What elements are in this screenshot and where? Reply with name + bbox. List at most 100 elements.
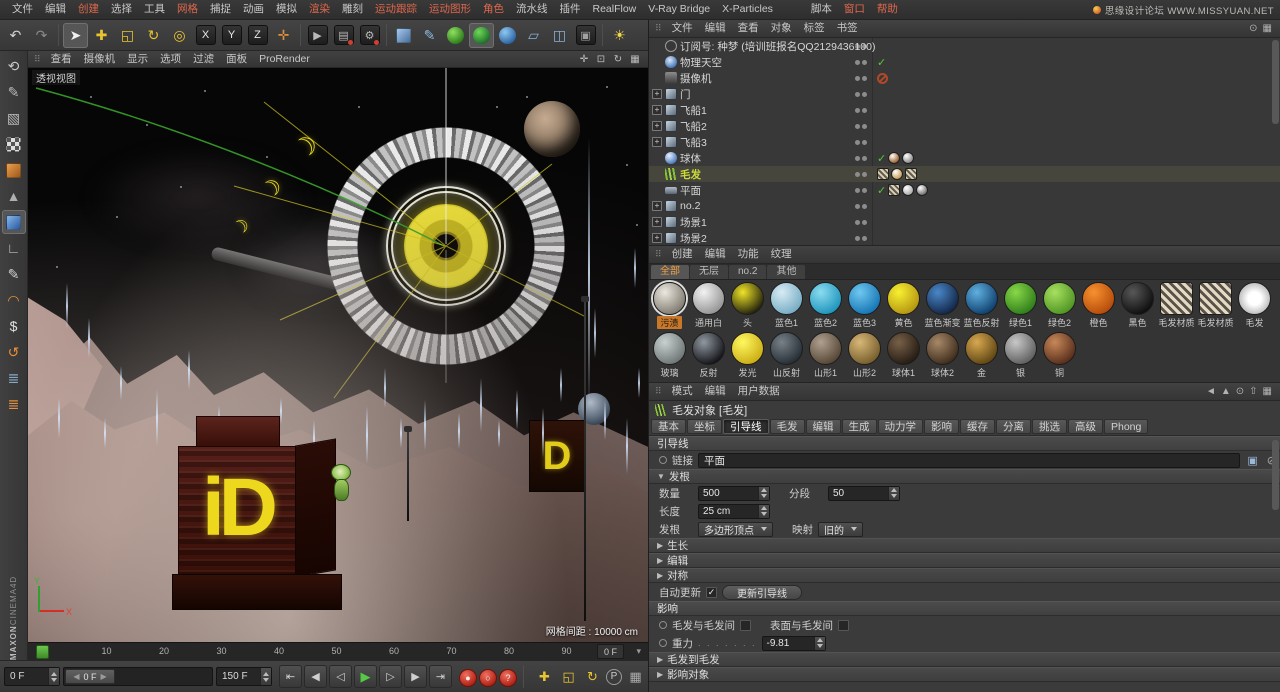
am-tab-毛发[interactable]: 毛发 bbox=[770, 419, 805, 434]
add-sphere-icon[interactable] bbox=[495, 23, 520, 48]
move-icon[interactable]: ✚ bbox=[89, 23, 114, 48]
current-frame-field[interactable]: 0 F bbox=[4, 667, 60, 686]
undo-icon[interactable]: ↶ bbox=[3, 23, 28, 48]
vpmenu-显示[interactable]: 显示 bbox=[121, 51, 154, 67]
enabled-check-icon[interactable]: ✓ bbox=[877, 56, 886, 69]
object-row[interactable]: +飞船2 bbox=[649, 118, 1280, 134]
add-cube-icon[interactable] bbox=[391, 23, 416, 48]
material-item[interactable]: 毛发材质 bbox=[1196, 282, 1235, 332]
om-header-icon-0[interactable]: ⊙ bbox=[1249, 23, 1257, 34]
object-row[interactable]: 订阅号: 种梦 (培训班报名QQ2129436100) bbox=[649, 38, 1280, 54]
material-item[interactable]: 反射 bbox=[689, 332, 728, 382]
hair-hair-checkbox[interactable] bbox=[740, 620, 751, 631]
floor-icon[interactable]: ▱ bbox=[521, 23, 546, 48]
slider-left-arrow-icon[interactable]: ◀ bbox=[73, 672, 79, 681]
axis-x-lock-icon[interactable]: X bbox=[193, 23, 218, 48]
visibility-dots[interactable] bbox=[855, 124, 867, 129]
visibility-dots[interactable] bbox=[855, 156, 867, 161]
vpmenu-ProRender[interactable]: ProRender bbox=[253, 51, 316, 67]
axis-y-lock-icon[interactable]: Y bbox=[219, 23, 244, 48]
key-pla-icon[interactable]: ▦ bbox=[625, 666, 646, 687]
segments-field[interactable]: 50 bbox=[828, 486, 900, 501]
viewport-nav-icon-0[interactable]: ✛ bbox=[577, 54, 591, 65]
group-forces-objects[interactable]: ▶影响对象 bbox=[649, 667, 1280, 682]
group-grow[interactable]: ▶生长 bbox=[649, 538, 1280, 553]
menu-流水线[interactable]: 流水线 bbox=[510, 0, 554, 19]
visibility-dots[interactable] bbox=[855, 92, 867, 97]
object-row[interactable]: 球体✓ bbox=[649, 150, 1280, 166]
menu-帮助[interactable]: 帮助 bbox=[871, 0, 904, 19]
pen-icon[interactable]: ✎ bbox=[417, 23, 442, 48]
material-item[interactable]: 蓝色反射 bbox=[962, 282, 1001, 332]
timeline-slider-handle[interactable]: ◀0 F▶ bbox=[65, 669, 115, 684]
prev-frame-button[interactable]: ◁ bbox=[329, 665, 352, 688]
timeline-playhead[interactable] bbox=[36, 645, 49, 659]
am-tab-编辑[interactable]: 编辑 bbox=[806, 419, 841, 434]
ammenu-用户数据[interactable]: 用户数据 bbox=[732, 383, 786, 400]
menu-网格[interactable]: 网格 bbox=[171, 0, 204, 19]
axis-mode-icon[interactable]: ∟ bbox=[2, 236, 26, 260]
group-symmetry[interactable]: ▶对称 bbox=[649, 568, 1280, 583]
points-mode-icon[interactable]: ▲ bbox=[2, 184, 26, 208]
am-scrollbar[interactable] bbox=[1272, 440, 1279, 510]
object-row[interactable]: +场景1 bbox=[649, 214, 1280, 230]
material-tag[interactable] bbox=[902, 184, 914, 196]
group-hair-to-hair[interactable]: ▶毛发到毛发 bbox=[649, 652, 1280, 667]
count-field[interactable]: 500 bbox=[698, 486, 770, 501]
axis-z-lock-icon[interactable]: Z bbox=[245, 23, 270, 48]
rotate-icon[interactable]: ↻ bbox=[141, 23, 166, 48]
timeline-ruler[interactable]: 0 F ▾ 0102030405060708090 bbox=[28, 642, 648, 660]
material-item[interactable]: 毛发 bbox=[1235, 282, 1274, 332]
material-item[interactable]: 绿色2 bbox=[1040, 282, 1079, 332]
material-item[interactable]: 蓝色渐变 bbox=[923, 282, 962, 332]
object-row[interactable]: 毛发 bbox=[649, 166, 1280, 182]
light-icon[interactable]: ☀ bbox=[607, 23, 632, 48]
ommenu-编辑[interactable]: 编辑 bbox=[699, 20, 732, 37]
menu-雕刻[interactable]: 雕刻 bbox=[336, 0, 369, 19]
material-item[interactable]: 银 bbox=[1001, 332, 1040, 382]
hair-material-tag[interactable] bbox=[888, 184, 900, 196]
redo-icon[interactable]: ↷ bbox=[29, 23, 54, 48]
object-row[interactable]: 平面✓ bbox=[649, 182, 1280, 198]
menu-动画[interactable]: 动画 bbox=[237, 0, 270, 19]
object-row[interactable]: +门 bbox=[649, 86, 1280, 102]
vpmenu-面板[interactable]: 面板 bbox=[220, 51, 253, 67]
menu-V-Ray Bridge[interactable]: V-Ray Bridge bbox=[642, 0, 716, 19]
menu-X-Particles[interactable]: X-Particles bbox=[716, 0, 779, 19]
visibility-dots[interactable] bbox=[855, 188, 867, 193]
material-item[interactable]: 山反射 bbox=[767, 332, 806, 382]
material-item[interactable]: 头 bbox=[728, 282, 767, 332]
length-spinner-icon[interactable] bbox=[758, 505, 769, 518]
am-tab-Phong[interactable]: Phong bbox=[1104, 419, 1148, 434]
record-keyframe-button[interactable]: ● bbox=[459, 669, 477, 687]
end-frame-field[interactable]: 150 F bbox=[216, 667, 272, 686]
model-mode-icon[interactable]: ✎ bbox=[2, 80, 26, 104]
material-item[interactable]: 蓝色3 bbox=[845, 282, 884, 332]
mm-tab-其他[interactable]: 其他 bbox=[767, 265, 805, 279]
material-item[interactable]: 蓝色1 bbox=[767, 282, 806, 332]
am-header-icon-3[interactable]: ⇧ bbox=[1249, 386, 1257, 397]
menu-模拟[interactable]: 模拟 bbox=[270, 0, 303, 19]
expand-toggle-icon[interactable]: + bbox=[652, 105, 662, 115]
viewport-nav-icon-3[interactable]: ▦ bbox=[628, 54, 642, 65]
snap-toggle-icon[interactable]: $ bbox=[2, 314, 26, 338]
material-tag[interactable] bbox=[902, 152, 914, 164]
object-mode-icon[interactable]: ▧ bbox=[2, 106, 26, 130]
goto-start-button[interactable]: ⇤ bbox=[279, 665, 302, 688]
object-row[interactable]: +飞船1 bbox=[649, 102, 1280, 118]
record-autokey-button[interactable]: ○ bbox=[479, 669, 497, 687]
gravity-field[interactable]: -9.81 bbox=[762, 636, 826, 651]
expand-toggle-icon[interactable]: + bbox=[652, 217, 662, 227]
root-type-dropdown[interactable]: 多边形顶点 bbox=[698, 522, 773, 537]
key-rotation-icon[interactable]: ↻ bbox=[582, 666, 603, 687]
ammenu-模式[interactable]: 模式 bbox=[666, 383, 699, 400]
material-item[interactable]: 金 bbox=[962, 332, 1001, 382]
timeline-range-slider[interactable]: ◀0 F▶ bbox=[63, 667, 213, 686]
mograph-icon[interactable] bbox=[469, 23, 494, 48]
menu-RealFlow[interactable]: RealFlow bbox=[587, 0, 643, 19]
am-header-icon-4[interactable]: ▦ bbox=[1263, 386, 1272, 397]
visibility-dots[interactable] bbox=[855, 60, 867, 65]
expand-toggle-icon[interactable]: + bbox=[652, 233, 662, 243]
link-browse-icon[interactable]: ▣ bbox=[1247, 454, 1257, 467]
bend-tool-icon[interactable]: ◠ bbox=[2, 288, 26, 312]
